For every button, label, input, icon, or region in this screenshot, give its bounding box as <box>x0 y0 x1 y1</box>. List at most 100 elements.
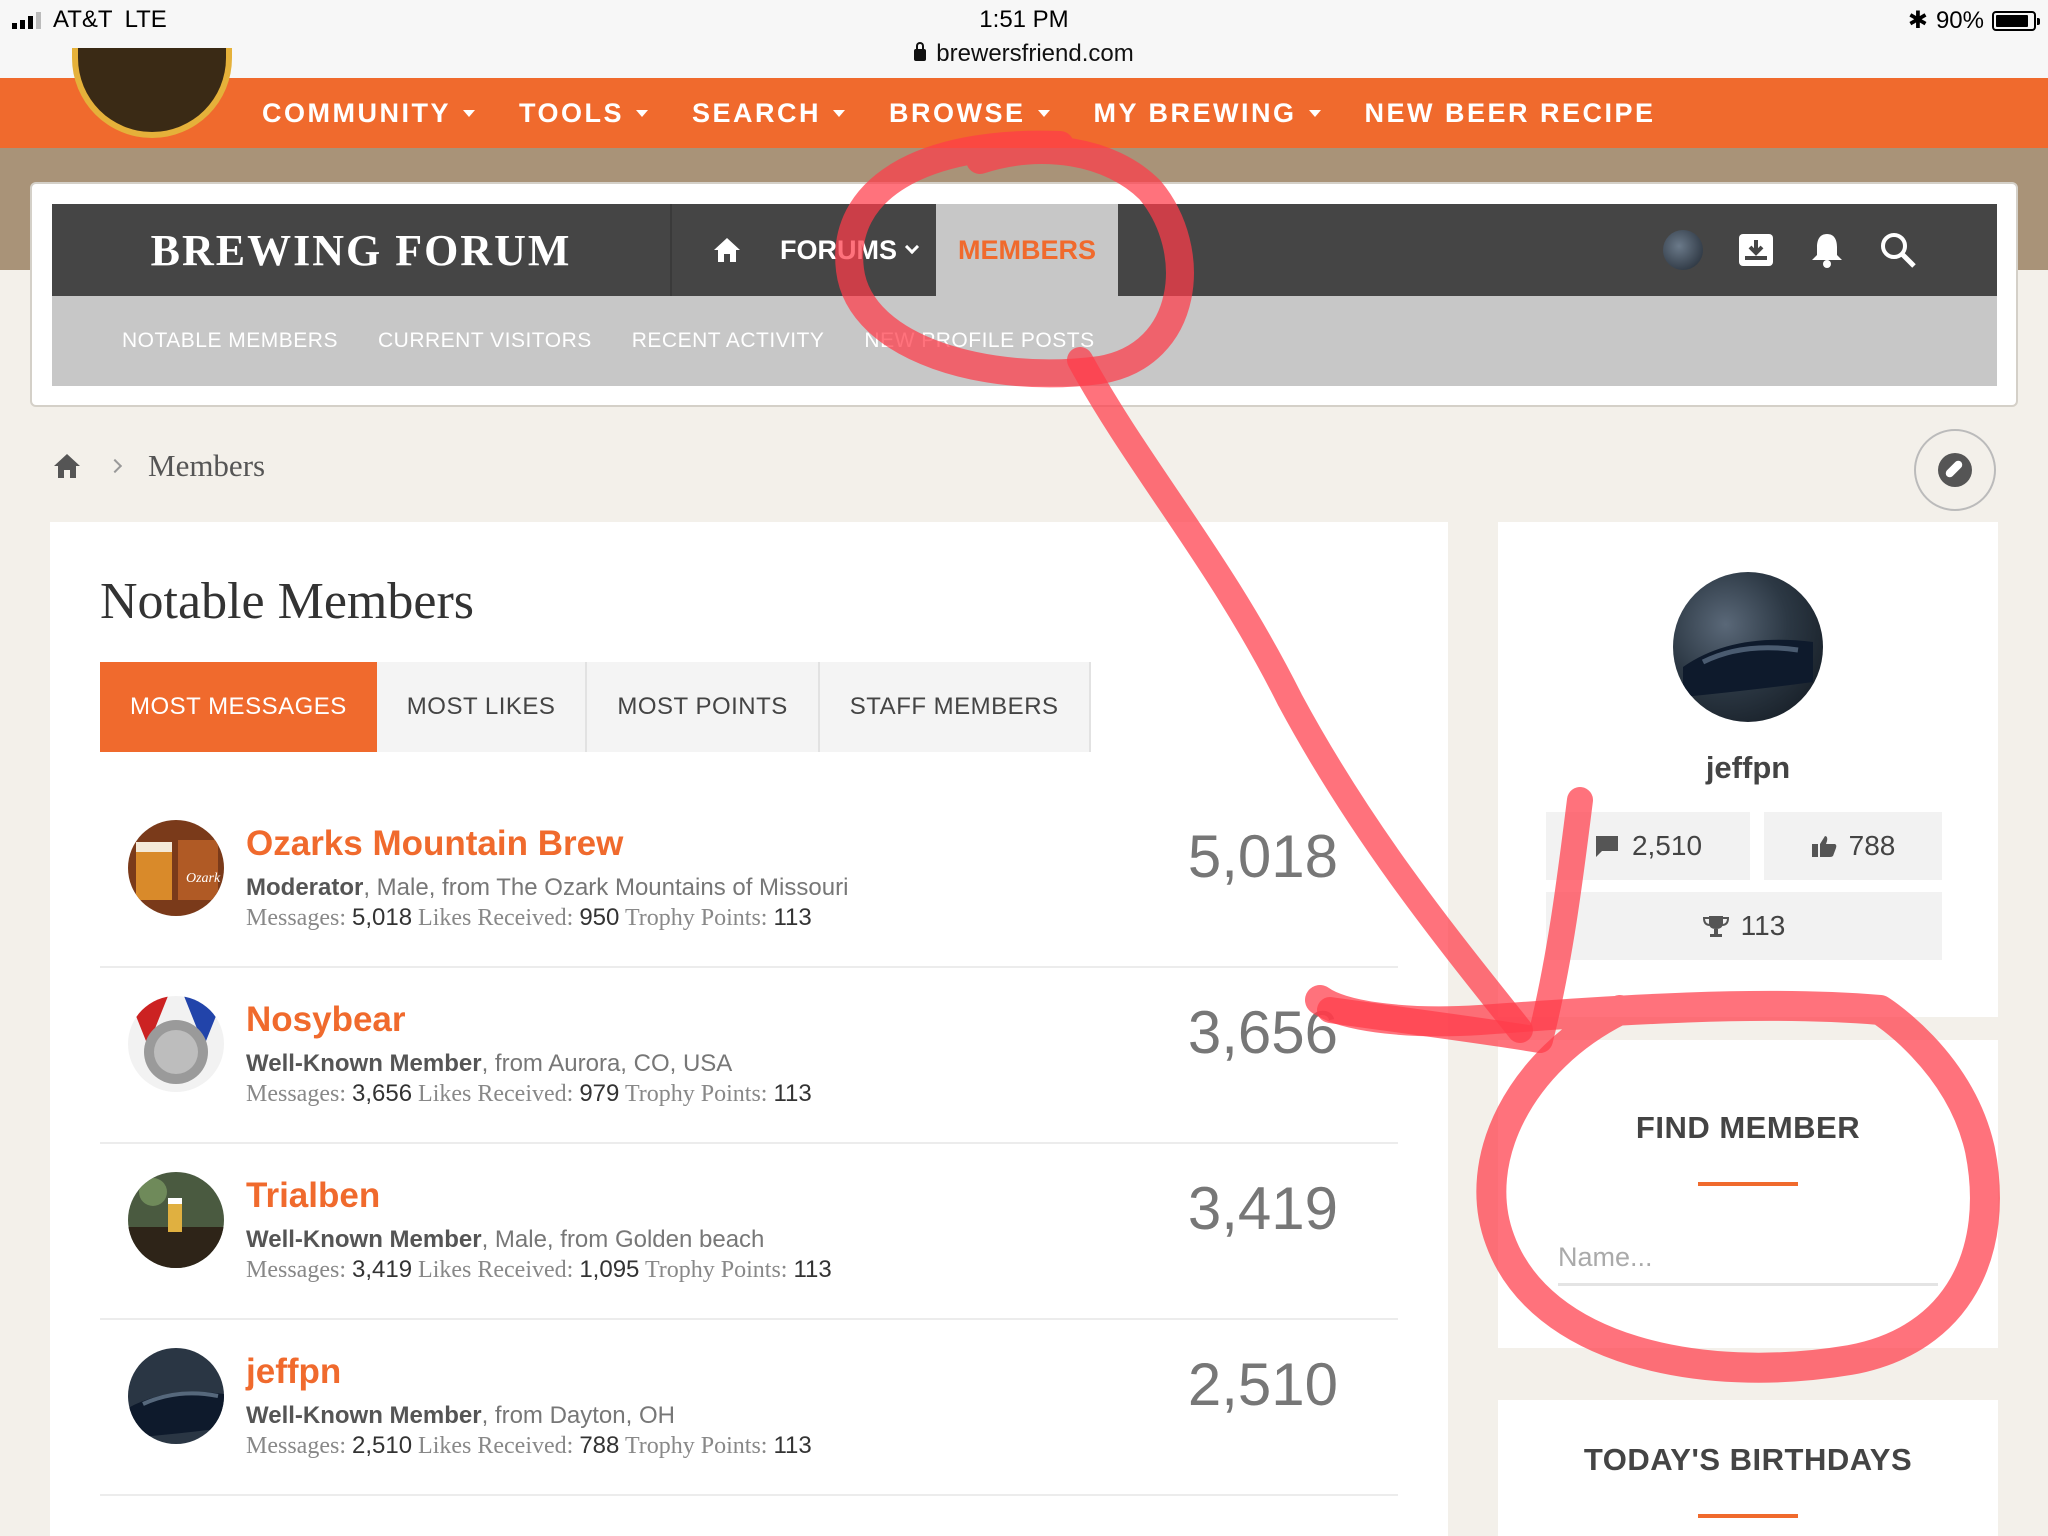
top-nav-item-4[interactable]: MY BREWING <box>1094 98 1321 129</box>
find-member-card: FIND MEMBER <box>1498 1040 1998 1348</box>
caret-down-icon <box>833 109 846 117</box>
member-role: Well-Known Member <box>246 1050 482 1077</box>
member-name[interactable]: Trialben <box>246 1176 380 1216</box>
messages-value: 3,419 <box>351 1256 413 1283</box>
home-icon[interactable] <box>52 452 82 480</box>
member-avatar[interactable]: Ozark <box>128 820 224 916</box>
trophy-icon <box>1702 916 1729 937</box>
lock-icon <box>914 42 927 61</box>
caret-down-icon <box>1037 109 1050 117</box>
home-icon <box>714 238 740 262</box>
forum-sub-nav: NOTABLE MEMBERS CURRENT VISITORS RECENT AC… <box>52 296 1997 386</box>
member-stats: Messages: 3,419 Likes Received: 1,095 Tr… <box>246 1256 832 1284</box>
member-details: , Male, from Golden beach <box>481 1226 765 1253</box>
member-name[interactable]: Nosybear <box>246 1000 406 1040</box>
likes-label: Likes Received: <box>418 1081 574 1107</box>
member-info: Moderator, Male, from The Ozark Mountain… <box>246 874 848 902</box>
tab-most-points[interactable]: MOST POINTS <box>587 662 820 752</box>
likes-value: 950 <box>579 904 620 931</box>
members-list: Ozark Ozarks Mountain Brew Moderator, Male… <box>100 792 1398 1496</box>
title-underline <box>1698 1514 1798 1518</box>
user-avatar-button[interactable] <box>1663 230 1703 270</box>
user-messages-value: 2,510 <box>1631 830 1703 861</box>
member-info: Well-Known Member, from Dayton, OH <box>246 1402 675 1430</box>
tab-most-likes[interactable]: MOST LIKES <box>376 662 588 752</box>
url-text: brewersfriend.com <box>936 40 1134 67</box>
top-nav-item-0[interactable]: COMMUNITY <box>262 98 475 129</box>
user-name[interactable]: jeffpn <box>1498 750 1998 786</box>
member-details: , from Aurora, CO, USA <box>481 1050 733 1077</box>
find-member-input[interactable] <box>1558 1232 1938 1286</box>
comment-icon <box>1595 836 1618 857</box>
home-nav-button[interactable] <box>697 204 757 296</box>
member-row: Ozark Ozarks Mountain Brew Moderator, Male… <box>100 792 1398 968</box>
top-nav-label: TOOLS <box>518 97 624 128</box>
member-avatar[interactable] <box>128 1348 224 1444</box>
find-member-title: FIND MEMBER <box>1635 1110 1861 1145</box>
points-value: 113 <box>773 1080 812 1107</box>
subnav-item-0[interactable]: NOTABLE MEMBERS <box>122 329 338 353</box>
top-nav-item-1[interactable]: TOOLS <box>519 98 648 129</box>
messages-value: 5,018 <box>351 904 413 931</box>
forum-title[interactable]: BREWING FORUM <box>52 204 672 296</box>
ios-status-bar: AT&T LTE 1:51 PM brewersfriend.com ✱ 90% <box>0 0 2048 78</box>
forum-nav-bar: BREWING FORUM FORUMS MEMBERS <box>52 204 1997 296</box>
caret-down-icon <box>1308 109 1321 117</box>
subnav-item-3[interactable]: NEW PROFILE POSTS <box>864 329 1094 353</box>
battery-info: ✱ 90% <box>1908 6 2040 35</box>
forums-nav-tab[interactable]: FORUMS <box>780 204 920 296</box>
site-logo[interactable] <box>72 48 232 138</box>
member-name[interactable]: Ozarks Mountain Brew <box>246 824 623 864</box>
tab-most-messages[interactable]: MOST MESSAGES <box>100 662 377 752</box>
compass-button[interactable] <box>1914 429 1996 511</box>
points-label: Trophy Points: <box>624 1081 768 1107</box>
battery-icon <box>1992 10 2040 31</box>
subnav-item-1[interactable]: CURRENT VISITORS <box>378 329 592 353</box>
user-points-value: 113 <box>1740 910 1786 941</box>
points-label: Trophy Points: <box>644 1257 788 1283</box>
member-role: Well-Known Member <box>246 1402 482 1429</box>
top-nav-item-5[interactable]: NEW BEER RECIPE <box>1365 98 1656 129</box>
member-info: Well-Known Member, Male, from Golden bea… <box>246 1226 764 1254</box>
top-nav-label: COMMUNITY <box>262 97 451 128</box>
messages-label: Messages: <box>246 905 346 931</box>
member-details: , Male, from The Ozark Mountains of Miss… <box>363 874 849 901</box>
member-name[interactable]: jeffpn <box>246 1352 341 1392</box>
messages-label: Messages: <box>246 1081 346 1107</box>
member-row: jeffpn Well-Known Member, from Dayton, OH… <box>100 1320 1398 1496</box>
top-nav-item-3[interactable]: BROWSE <box>889 98 1050 129</box>
member-avatar[interactable] <box>128 996 224 1092</box>
title-underline <box>1698 1182 1798 1186</box>
likes-value: 979 <box>579 1080 620 1107</box>
points-label: Trophy Points: <box>624 1433 768 1459</box>
user-avatar[interactable] <box>1673 572 1823 722</box>
member-role: Moderator <box>246 874 364 901</box>
members-nav-tab[interactable]: MEMBERS <box>936 204 1118 296</box>
tab-staff-members[interactable]: STAFF MEMBERS <box>819 662 1091 752</box>
points-value: 113 <box>793 1256 832 1283</box>
chevron-down-icon <box>904 239 920 255</box>
likes-label: Likes Received: <box>418 1257 574 1283</box>
top-nav-item-2[interactable]: SEARCH <box>692 97 846 129</box>
user-points-stat: 113 <box>1546 892 1942 960</box>
forums-label: FORUMS <box>780 234 897 265</box>
member-message-count: 2,510 <box>1187 1351 1338 1418</box>
bell-icon[interactable] <box>1809 231 1845 269</box>
inbox-icon[interactable] <box>1737 232 1775 268</box>
likes-label: Likes Received: <box>418 905 574 931</box>
likes-label: Likes Received: <box>418 1433 574 1459</box>
search-icon[interactable] <box>1879 231 1917 269</box>
member-info: Well-Known Member, from Aurora, CO, USA <box>246 1050 732 1078</box>
address-bar[interactable]: brewersfriend.com <box>0 40 2048 68</box>
points-value: 113 <box>773 1432 812 1459</box>
member-row: Trialben Well-Known Member, Male, from Go… <box>100 1144 1398 1320</box>
member-avatar[interactable] <box>128 1172 224 1268</box>
member-message-count: 3,419 <box>1187 1175 1338 1242</box>
svg-text:Ozark: Ozark <box>186 871 221 886</box>
top-nav-label: SEARCH <box>692 97 822 128</box>
breadcrumb-current[interactable]: Members <box>148 448 265 484</box>
member-stats: Messages: 5,018 Likes Received: 950 Trop… <box>246 904 812 932</box>
member-row: Nosybear Well-Known Member, from Aurora, … <box>100 968 1398 1144</box>
subnav-item-2[interactable]: RECENT ACTIVITY <box>632 329 825 353</box>
page-title: Notable Members <box>100 573 475 630</box>
